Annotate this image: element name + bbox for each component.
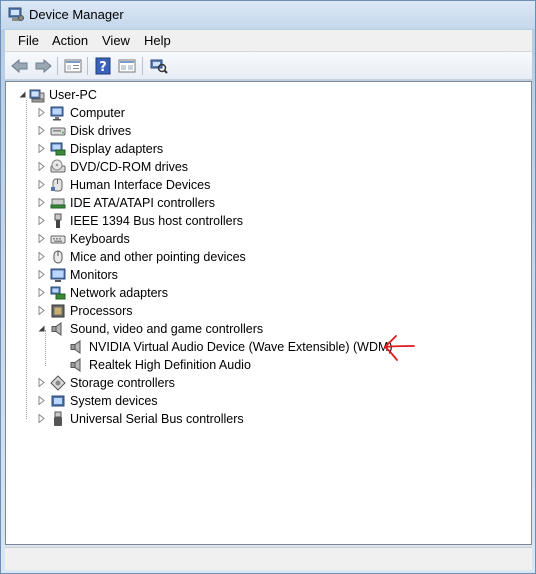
- display-adapter-icon: [50, 142, 66, 156]
- tree-item-sound-video-and-game-controllers[interactable]: Sound, video and game controllers: [50, 320, 263, 338]
- tree-item-label: DVD/CD-ROM drives: [70, 160, 189, 174]
- dvd-drive-icon: [50, 159, 66, 173]
- tree-item-disk-drives[interactable]: Disk drives: [50, 122, 131, 140]
- title-bar[interactable]: Device Manager: [1, 1, 535, 29]
- expander-ieee-1394-bus-host-controllers[interactable]: [37, 216, 46, 225]
- forward-button[interactable]: [33, 56, 53, 76]
- tree-child-label: NVIDIA Virtual Audio Device (Wave Extens…: [89, 340, 393, 354]
- tree-item-ide-ata-atapi-controllers[interactable]: IDE ATA/ATAPI controllers: [50, 194, 215, 212]
- show-hidden-button[interactable]: [117, 56, 137, 76]
- tree-child-nvidia-virtual-audio-device-wave-extensible-wdm[interactable]: NVIDIA Virtual Audio Device (Wave Extens…: [69, 338, 393, 356]
- tree-item-label: System devices: [70, 394, 158, 408]
- tree-item-label: IDE ATA/ATAPI controllers: [70, 196, 215, 210]
- toolbar: ?: [5, 52, 532, 80]
- tree-child-realtek-high-definition-audio[interactable]: Realtek High Definition Audio: [69, 356, 251, 374]
- expander-processors[interactable]: [37, 306, 46, 315]
- tree-item-dvd-cd-rom-drives[interactable]: DVD/CD-ROM drives: [50, 158, 188, 176]
- speaker-icon: [70, 358, 81, 372]
- speaker-icon: [70, 340, 81, 354]
- tree-item-network-adapters[interactable]: Network adapters: [50, 284, 168, 302]
- tree-item-system-devices[interactable]: System devices: [50, 392, 158, 410]
- expander-universal-serial-bus-controllers[interactable]: [37, 414, 46, 423]
- tree-item-label: Keyboards: [70, 232, 130, 246]
- expander-network-adapters[interactable]: [37, 288, 46, 297]
- speaker-icon: [51, 322, 62, 336]
- expander-display-adapters[interactable]: [37, 144, 46, 153]
- tree-item-label: Disk drives: [70, 124, 132, 138]
- expander-keyboards[interactable]: [37, 234, 46, 243]
- expander-monitors[interactable]: [37, 270, 46, 279]
- tree-item-label: Storage controllers: [70, 376, 175, 390]
- tree-item-computer[interactable]: Computer: [50, 104, 125, 122]
- scan-hardware-icon: [150, 59, 168, 74]
- expander-human-interface-devices[interactable]: [37, 180, 46, 189]
- window-title: Device Manager: [29, 7, 124, 22]
- device-tree[interactable]: User-PC Computer Disk drives Display adapte…: [5, 81, 532, 545]
- tree-item-label: Monitors: [70, 268, 118, 282]
- processor-icon: [51, 304, 65, 318]
- expander-storage-controllers[interactable]: [37, 378, 46, 387]
- help-button[interactable]: ?: [93, 56, 113, 76]
- scan-hardware-button[interactable]: [149, 56, 169, 76]
- expander-system-devices[interactable]: [37, 396, 46, 405]
- tree-item-monitors[interactable]: Monitors: [50, 266, 118, 284]
- hid-icon: [51, 178, 63, 192]
- expander-computer[interactable]: [37, 108, 46, 117]
- storage-controller-icon: [50, 375, 66, 391]
- tree-item-label: Mice and other pointing devices: [70, 250, 246, 264]
- expander-mice-and-other-pointing-devices[interactable]: [37, 252, 46, 261]
- tree-item-label: Human Interface Devices: [70, 178, 211, 192]
- keyboard-icon: [50, 235, 66, 244]
- tree-item-processors[interactable]: Processors: [50, 302, 133, 320]
- network-adapter-icon: [50, 286, 66, 300]
- properties-button[interactable]: [63, 56, 83, 76]
- forward-icon: [35, 58, 52, 74]
- expander-disk-drives[interactable]: [37, 126, 46, 135]
- red-arrow-icon: [384, 335, 415, 361]
- tree-item-keyboards[interactable]: Keyboards: [50, 230, 130, 248]
- tree-item-human-interface-devices[interactable]: Human Interface Devices: [50, 176, 210, 194]
- svg-text:?: ?: [99, 60, 107, 75]
- ide-controller-icon: [50, 198, 66, 209]
- tree-item-label: Network adapters: [70, 286, 168, 300]
- tree-child-label: Realtek High Definition Audio: [89, 358, 251, 372]
- tree-item-storage-controllers[interactable]: Storage controllers: [50, 374, 175, 392]
- help-icon: ?: [95, 57, 111, 75]
- tree-item-label: Sound, video and game controllers: [70, 322, 264, 336]
- menu-file[interactable]: File: [18, 33, 39, 48]
- status-bar: [5, 547, 532, 570]
- show-hidden-icon: [118, 59, 136, 73]
- tree-item-label: Processors: [70, 304, 133, 318]
- menu-view[interactable]: View: [102, 33, 130, 48]
- menu-help[interactable]: Help: [144, 33, 171, 48]
- tree-root-user-pc[interactable]: User-PC: [29, 86, 97, 104]
- pc-icon: [29, 89, 45, 103]
- properties-icon: [64, 59, 82, 73]
- tree-item-label: IEEE 1394 Bus host controllers: [70, 214, 244, 228]
- expander-dvd-cd-rom-drives[interactable]: [37, 162, 46, 171]
- disk-drive-icon: [50, 127, 66, 136]
- tree-item-label: Display adapters: [70, 142, 164, 156]
- tree-item-label: Computer: [70, 106, 125, 120]
- tree-item-label: Universal Serial Bus controllers: [70, 412, 244, 426]
- monitor-icon: [50, 268, 66, 282]
- mouse-icon: [53, 250, 63, 264]
- expander-ide-ata-atapi-controllers[interactable]: [37, 198, 46, 207]
- system-device-icon: [51, 395, 65, 407]
- device-manager-app-icon: [8, 7, 24, 21]
- computer-icon: [50, 106, 64, 121]
- tree-root-label: User-PC: [49, 88, 97, 102]
- root-expander[interactable]: [18, 90, 27, 99]
- tree-item-mice-and-other-pointing-devices[interactable]: Mice and other pointing devices: [50, 248, 246, 266]
- back-button[interactable]: [10, 56, 30, 76]
- menu-action[interactable]: Action: [52, 33, 88, 48]
- back-icon: [11, 58, 28, 74]
- tree-item-universal-serial-bus-controllers[interactable]: Universal Serial Bus controllers: [50, 410, 244, 428]
- device-manager-window: Device Manager File Action View Help ? U…: [0, 0, 536, 574]
- tree-item-ieee-1394-bus-host-controllers[interactable]: IEEE 1394 Bus host controllers: [50, 212, 243, 230]
- menu-bar: File Action View Help: [5, 30, 532, 52]
- tree-item-display-adapters[interactable]: Display adapters: [50, 140, 163, 158]
- firewire-icon: [54, 213, 62, 228]
- usb-icon: [54, 411, 62, 426]
